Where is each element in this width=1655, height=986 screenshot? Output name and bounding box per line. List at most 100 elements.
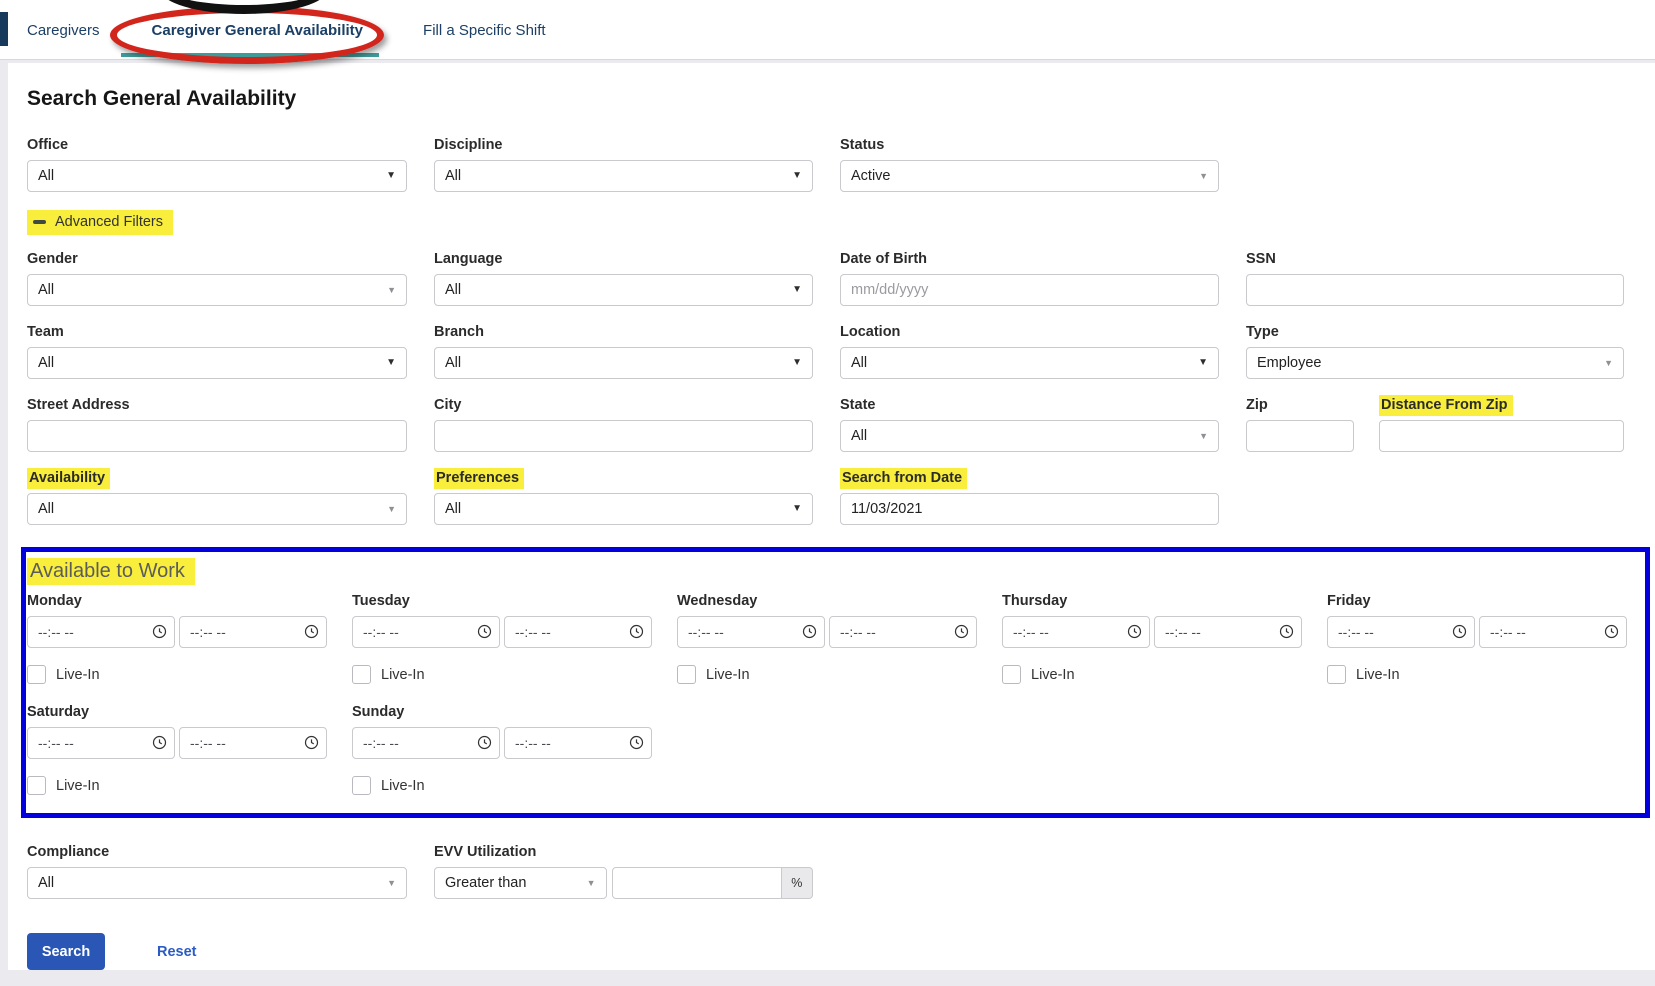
office-field: Office All ▼ [27, 137, 407, 192]
gender-select[interactable]: All ▼ [27, 274, 407, 306]
percent-addon: % [782, 867, 814, 899]
wednesday-start-time-input[interactable] [677, 616, 825, 648]
type-select[interactable]: Employee ▼ [1246, 347, 1624, 379]
wednesday-end-time-input[interactable] [829, 616, 977, 648]
status-select[interactable]: Active ▼ [840, 160, 1219, 192]
tuesday-live-in-checkbox[interactable] [352, 665, 371, 684]
thursday-end-time-input[interactable] [1154, 616, 1302, 648]
search-general-availability-panel: Search General Availability Office All ▼… [8, 63, 1655, 970]
thursday-start-time-input[interactable] [1002, 616, 1150, 648]
sunday-start-time-input[interactable] [352, 727, 500, 759]
location-select[interactable]: All ▼ [840, 347, 1219, 379]
friday-start-time-input[interactable] [1327, 616, 1475, 648]
monday-start-time-input[interactable] [27, 616, 175, 648]
tuesday-label: Tuesday [352, 593, 652, 609]
compliance-select[interactable]: All ▼ [27, 867, 407, 899]
city-input[interactable] [434, 420, 813, 452]
zip-input[interactable] [1246, 420, 1354, 452]
discipline-label: Discipline [434, 137, 813, 153]
state-select[interactable]: All ▼ [840, 420, 1219, 452]
day-saturday: Saturday Live-In [27, 704, 327, 795]
street-address-field: Street Address [27, 397, 407, 452]
team-select[interactable]: All ▼ [27, 347, 407, 379]
tab-caregiver-general-availability[interactable]: Caregiver General Availability [152, 22, 364, 39]
tuesday-start-time-input[interactable] [352, 616, 500, 648]
evv-operator-select[interactable]: Greater than ▼ [434, 867, 607, 899]
discipline-select[interactable]: All ▼ [434, 160, 813, 192]
day-thursday: Thursday Live-In [1002, 593, 1302, 684]
nav-accent-bar [0, 12, 8, 46]
evv-utilization-field: EVV Utilization Greater than ▼ % [434, 844, 813, 899]
monday-live-in-checkbox[interactable] [27, 665, 46, 684]
state-label: State [840, 397, 1219, 413]
gender-label: Gender [27, 251, 407, 267]
office-select[interactable]: All ▼ [27, 160, 407, 192]
branch-select[interactable]: All ▼ [434, 347, 813, 379]
ssn-label: SSN [1246, 251, 1624, 267]
sunday-live-in-checkbox[interactable] [352, 776, 371, 795]
day-wednesday: Wednesday Live-In [677, 593, 977, 684]
location-label: Location [840, 324, 1219, 340]
day-monday: Monday Live-In [27, 593, 327, 684]
wednesday-live-in-checkbox[interactable] [677, 665, 696, 684]
day-tuesday: Tuesday Live-In [352, 593, 652, 684]
page-title: Search General Availability [27, 87, 1655, 111]
friday-label: Friday [1327, 593, 1627, 609]
status-field: Status Active ▼ [840, 137, 1219, 192]
distance-from-zip-field: Distance From Zip [1379, 397, 1624, 452]
distance-from-zip-label: Distance From Zip [1379, 397, 1624, 413]
chevron-down-icon: ▼ [1604, 359, 1613, 368]
type-field: Type Employee ▼ [1246, 324, 1624, 379]
chevron-down-icon: ▼ [1198, 358, 1208, 368]
street-address-label: Street Address [27, 397, 407, 413]
ssn-input[interactable] [1246, 274, 1624, 306]
friday-end-time-input[interactable] [1479, 616, 1627, 648]
saturday-live-in-checkbox[interactable] [27, 776, 46, 795]
saturday-start-time-input[interactable] [27, 727, 175, 759]
state-field: State All ▼ [840, 397, 1219, 452]
date-of-birth-input[interactable] [840, 274, 1219, 306]
evv-value-input[interactable] [612, 867, 782, 899]
status-label: Status [840, 137, 1219, 153]
chevron-down-icon: ▼ [386, 358, 396, 368]
preferences-select[interactable]: All ▼ [434, 493, 813, 525]
search-from-date-label: Search from Date [840, 470, 1219, 486]
sunday-label: Sunday [352, 704, 652, 720]
location-field: Location All ▼ [840, 324, 1219, 379]
wednesday-live-in[interactable]: Live-In [677, 665, 977, 684]
friday-live-in[interactable]: Live-In [1327, 665, 1627, 684]
language-label: Language [434, 251, 813, 267]
advanced-filters-toggle[interactable]: Advanced Filters [27, 210, 173, 235]
chevron-down-icon: ▼ [792, 171, 802, 181]
chevron-down-icon: ▼ [792, 285, 802, 295]
zip-label: Zip [1246, 397, 1354, 413]
thursday-live-in-checkbox[interactable] [1002, 665, 1021, 684]
active-tab-indicator [121, 53, 379, 57]
preferences-label: Preferences [434, 470, 813, 486]
sunday-end-time-input[interactable] [504, 727, 652, 759]
availability-select[interactable]: All ▼ [27, 493, 407, 525]
friday-live-in-checkbox[interactable] [1327, 665, 1346, 684]
tab-caregivers[interactable]: Caregivers [27, 22, 100, 39]
search-button[interactable]: Search [27, 933, 105, 970]
availability-label: Availability [27, 470, 407, 486]
tab-fill-a-specific-shift[interactable]: Fill a Specific Shift [423, 22, 546, 39]
sunday-live-in[interactable]: Live-In [352, 776, 652, 795]
distance-from-zip-input[interactable] [1379, 420, 1624, 452]
tuesday-live-in[interactable]: Live-In [352, 665, 652, 684]
tuesday-end-time-input[interactable] [504, 616, 652, 648]
saturday-end-time-input[interactable] [179, 727, 327, 759]
chevron-down-icon: ▼ [792, 504, 802, 514]
evv-utilization-label: EVV Utilization [434, 844, 813, 860]
saturday-live-in[interactable]: Live-In [27, 776, 327, 795]
chevron-down-icon: ▼ [1199, 172, 1208, 181]
search-from-date-input[interactable] [840, 493, 1219, 525]
monday-live-in[interactable]: Live-In [27, 665, 327, 684]
saturday-label: Saturday [27, 704, 327, 720]
team-field: Team All ▼ [27, 324, 407, 379]
language-select[interactable]: All ▼ [434, 274, 813, 306]
thursday-live-in[interactable]: Live-In [1002, 665, 1302, 684]
monday-end-time-input[interactable] [179, 616, 327, 648]
street-address-input[interactable] [27, 420, 407, 452]
reset-link[interactable]: Reset [157, 944, 197, 960]
